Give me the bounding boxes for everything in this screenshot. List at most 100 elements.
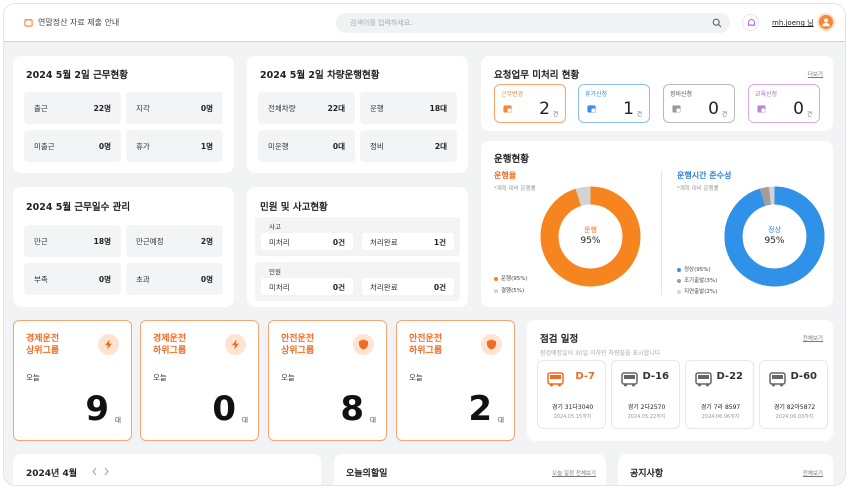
d-day-code: D-7 <box>575 371 595 382</box>
work-status-cell[interactable]: 지각 0명 <box>126 92 223 124</box>
cell-value: 22명 <box>93 104 111 113</box>
cell-label: 전체차량 <box>268 104 296 113</box>
accident-group: 사고 미처리 0건 처리완료 1건 <box>255 217 460 256</box>
cell-label: 미출근 <box>34 142 55 151</box>
inspection-more-link[interactable]: 전체보기 <box>803 334 823 342</box>
todo-more-link[interactable]: 오늘 일정 전체보기 <box>552 469 596 477</box>
user-name[interactable]: mh.joeng 님 <box>772 18 814 28</box>
cell-label: 초과 <box>136 275 150 284</box>
vehicle-status-cell[interactable]: 정비 2대 <box>360 130 457 162</box>
inspection-item[interactable]: D-22 경기 7라 8597 2024.06.06까지 <box>685 360 754 429</box>
avatar[interactable] <box>817 13 835 31</box>
accident-pending-cell[interactable]: 미처리 0건 <box>261 233 353 250</box>
calendar-card: 2024년 4월 <box>13 454 321 485</box>
work-status-cell[interactable]: 휴가 1명 <box>126 130 223 162</box>
work-days-cell[interactable]: 만근예정 2명 <box>126 225 223 257</box>
driving-group-card[interactable]: 경제운전 상위그룹 오늘 9 대 <box>13 320 132 441</box>
search-input[interactable]: 검색어를 입력하세요. <box>350 18 412 28</box>
accident-done-cell[interactable]: 처리완료 1건 <box>362 233 454 250</box>
vehicle-status-cell[interactable]: 전체차량 22대 <box>258 92 355 124</box>
operation-rate-subtitle: *계획 대비 운행률 <box>494 186 536 192</box>
request-vacation[interactable]: 휴가신청 1 건 <box>578 84 650 123</box>
legend-label: 결행(5%) <box>501 288 525 294</box>
work-days-cell[interactable]: 부족 0명 <box>24 263 121 295</box>
cell-value: 0대 <box>332 142 345 151</box>
request-unit: 건 <box>806 112 812 118</box>
request-unit: 건 <box>721 112 727 118</box>
work-days-cell[interactable]: 만근 18명 <box>24 225 121 257</box>
plate-number: 경기 82아5872 <box>773 404 816 411</box>
work-status-cell[interactable]: 출근 22명 <box>24 92 121 124</box>
cell-value: 0명 <box>98 142 111 151</box>
driving-group-card[interactable]: 안전운전 상위그룹 오늘 8 대 <box>268 320 387 441</box>
request-count: 0 <box>793 99 804 119</box>
notice-more-link[interactable]: 전체보기 <box>803 469 823 477</box>
today-label: 오늘 <box>409 373 423 382</box>
request-maintenance[interactable]: 정비신청 0 건 <box>663 84 735 123</box>
search-icon[interactable] <box>712 18 722 28</box>
complaint-group: 민원 미처리 0건 처리완료 0건 <box>255 262 460 301</box>
request-work-change[interactable]: 근무변경 2 건 <box>494 84 566 123</box>
punctuality-subtitle: *계획 대비 운행률 <box>677 186 719 192</box>
work-status-title: 2024 5월 2일 근무현황 <box>26 70 129 81</box>
request-label: 근무변경 <box>501 91 524 98</box>
cell-label: 출근 <box>34 104 48 113</box>
cell-value: 2대 <box>434 142 447 151</box>
requests-more-link[interactable]: 더보기 <box>808 70 823 78</box>
cell-label: 만근예정 <box>136 237 164 246</box>
cell-value: 0건 <box>332 283 345 292</box>
complaint-pending-cell[interactable]: 미처리 0건 <box>261 278 353 295</box>
cell-value: 18대 <box>429 104 447 113</box>
cell-value: 1명 <box>200 142 213 151</box>
legend-item: 정상(95%) <box>677 265 711 273</box>
notification-button[interactable] <box>742 14 759 31</box>
work-days-cell[interactable]: 초과 0명 <box>126 263 223 295</box>
driving-badge <box>353 334 374 355</box>
group-label: 민원 <box>269 268 281 276</box>
inspection-item[interactable]: D-7 경기 31다3040 2024.05.15까지 <box>537 360 606 429</box>
plate-number: 경기 2다2570 <box>627 404 666 411</box>
legend-dot <box>677 267 681 272</box>
cell-label: 지각 <box>136 104 150 113</box>
driving-group-card[interactable]: 경제운전 하위그룹 오늘 0 대 <box>140 320 259 441</box>
driving-group-title: 안전운전 하위그룹 <box>409 334 443 356</box>
today-label: 오늘 <box>26 373 40 382</box>
inspection-subtitle: 점검예정일이 30일 이하인 차량들을 표시합니다 <box>540 350 661 357</box>
cell-label: 운행 <box>370 104 384 113</box>
due-date: 2024.05.22까지 <box>627 414 666 420</box>
todo-title: 오늘의할일 <box>346 469 388 479</box>
work-days-title: 2024 5월 근무일수 관리 <box>26 202 131 213</box>
legend-item: 운행(95%) <box>494 274 528 282</box>
inspection-title: 점검 일정 <box>540 334 579 345</box>
notice-folder-icon[interactable] <box>24 18 33 27</box>
punctuality-title: 운행시간 준수성 <box>677 171 732 180</box>
complaint-done-cell[interactable]: 처리완료 0건 <box>362 278 454 295</box>
legend-label: 정상(95%) <box>684 267 711 273</box>
lightning-icon <box>232 339 239 350</box>
chevron-left-icon[interactable] <box>91 467 98 476</box>
chevron-right-icon[interactable] <box>103 467 110 476</box>
cell-label: 처리완료 <box>370 238 398 247</box>
request-label: 휴가신청 <box>585 91 608 98</box>
work-status-card: 2024 5월 2일 근무현황 출근 22명 지각 0명 미출근 0명 휴가 1명 <box>13 56 234 173</box>
top-bar: 연말정산 자료 제출 안내 검색어를 입력하세요. mh.joeng 님 <box>4 4 845 42</box>
legend-dot <box>494 276 498 281</box>
vehicle-status-cell[interactable]: 미운행 0대 <box>258 130 355 162</box>
today-label: 오늘 <box>153 373 167 382</box>
driving-group-card[interactable]: 안전운전 하위그룹 오늘 2 대 <box>396 320 515 441</box>
legend-dot <box>677 278 681 283</box>
inspection-item[interactable]: D-60 경기 82아5872 2024.06.03까지 <box>759 360 828 429</box>
announcement-title[interactable]: 연말정산 자료 제출 안내 <box>38 17 119 28</box>
vehicle-status-cell[interactable]: 운행 18대 <box>360 92 457 124</box>
lightning-icon <box>105 339 112 350</box>
legend-label: 조기출발(3%) <box>684 278 718 284</box>
request-training[interactable]: 교육신청 0 건 <box>748 84 820 123</box>
inspection-item[interactable]: D-16 경기 2다2570 2024.05.22까지 <box>611 360 680 429</box>
calendar-swap-icon <box>503 105 512 113</box>
plate-number: 경기 31다3040 <box>551 404 594 411</box>
search-bar[interactable]: 검색어를 입력하세요. <box>336 13 730 33</box>
cell-label: 미처리 <box>269 283 290 292</box>
group-unit: 대 <box>370 416 376 424</box>
user-icon <box>822 18 830 27</box>
work-status-cell[interactable]: 미출근 0명 <box>24 130 121 162</box>
